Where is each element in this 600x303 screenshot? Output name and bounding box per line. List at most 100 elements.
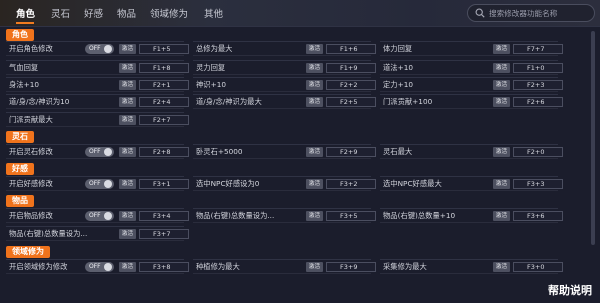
activate-button[interactable]: 激活 xyxy=(306,211,323,221)
activate-button[interactable]: 激活 xyxy=(493,97,510,107)
activate-button[interactable]: 激活 xyxy=(306,97,323,107)
tab-4[interactable]: 领域修为 xyxy=(150,6,188,20)
tab-1[interactable]: 灵石 xyxy=(51,6,70,20)
tab-5[interactable]: 其他 xyxy=(204,6,223,20)
hotkey-field[interactable]: F1+0 xyxy=(513,63,563,73)
cheat-option: 门派贡献+100 激活 F2+6 xyxy=(380,94,563,109)
toggle-state-text: OFF xyxy=(89,148,101,155)
hotkey-field[interactable]: F3+6 xyxy=(513,211,563,221)
cheat-option: 物品(右键)总数量设为... 激活 F3+7 xyxy=(6,226,189,241)
active-tab-indicator xyxy=(16,22,34,24)
hotkey-field[interactable]: F2+7 xyxy=(139,115,189,125)
cheat-option: 道法+10 激活 F1+0 xyxy=(380,60,563,75)
hotkey-field[interactable]: F3+8 xyxy=(139,262,189,272)
option-label: 物品(右键)总数量+10 xyxy=(383,211,456,220)
enable-toggle[interactable]: OFF xyxy=(85,147,114,157)
scrollbar[interactable] xyxy=(591,31,595,245)
option-label: 门派贡献+100 xyxy=(383,97,433,106)
hotkey-field[interactable]: F2+2 xyxy=(326,80,376,90)
activate-button[interactable]: 激活 xyxy=(493,63,510,73)
toggle-knob xyxy=(104,263,112,271)
tab-2[interactable]: 好感 xyxy=(84,6,103,20)
enable-toggle[interactable]: OFF xyxy=(85,44,114,54)
activate-button[interactable]: 激活 xyxy=(306,262,323,272)
hotkey-field[interactable]: F3+5 xyxy=(326,211,376,221)
hotkey-field[interactable]: F2+5 xyxy=(326,97,376,107)
hotkey-field[interactable]: F2+0 xyxy=(513,147,563,157)
section-header: 领域修为 xyxy=(6,246,50,258)
activate-button[interactable]: 激活 xyxy=(306,80,323,90)
activate-button[interactable]: 激活 xyxy=(493,179,510,189)
activate-button[interactable]: 激活 xyxy=(306,147,323,157)
option-label: 开启物品修改 xyxy=(9,211,53,220)
toggle-knob xyxy=(104,148,112,156)
hotkey-field[interactable]: F3+3 xyxy=(513,179,563,189)
section-header: 角色 xyxy=(6,29,34,41)
tab-0[interactable]: 角色 xyxy=(16,6,35,20)
activate-button[interactable]: 激活 xyxy=(306,44,323,54)
hotkey-field[interactable]: F1+9 xyxy=(326,63,376,73)
activate-button[interactable]: 激活 xyxy=(119,211,136,221)
activate-button[interactable]: 激活 xyxy=(493,147,510,157)
hotkey-field[interactable]: F2+8 xyxy=(139,147,189,157)
search-input[interactable] xyxy=(489,7,591,20)
hotkey-field[interactable]: F7+7 xyxy=(513,44,563,54)
option-label: 物品(右键)总数量设为... xyxy=(196,211,275,220)
activate-button[interactable]: 激活 xyxy=(119,63,136,73)
hotkey-field[interactable]: F3+1 xyxy=(139,179,189,189)
option-label: 灵石最大 xyxy=(383,147,413,156)
hotkey-field[interactable]: F1+8 xyxy=(139,63,189,73)
toggle-state-text: OFF xyxy=(89,45,101,52)
option-label: 开启领域修为修改 xyxy=(9,262,68,271)
activate-button[interactable]: 激活 xyxy=(493,211,510,221)
hotkey-field[interactable]: F2+4 xyxy=(139,97,189,107)
cheat-option: 身法+10 激活 F2+1 xyxy=(6,77,189,92)
enable-toggle[interactable]: OFF xyxy=(85,211,114,221)
hotkey-field[interactable]: F2+9 xyxy=(326,147,376,157)
activate-button[interactable]: 激活 xyxy=(493,80,510,90)
activate-button[interactable]: 激活 xyxy=(119,262,136,272)
cheat-option: 开启好感修改 OFF 激活 F3+1 xyxy=(6,176,189,191)
hotkey-field[interactable]: F1+5 xyxy=(139,44,189,54)
activate-button[interactable]: 激活 xyxy=(119,229,136,239)
activate-button[interactable]: 激活 xyxy=(119,115,136,125)
hotkey-field[interactable]: F3+9 xyxy=(326,262,376,272)
top-navigation-bar: 角色 灵石 好感 物品 领域修为 其他 xyxy=(0,0,600,27)
activate-button[interactable]: 激活 xyxy=(306,179,323,189)
cheat-option: 选中NPC好感最大 激活 F3+3 xyxy=(380,176,563,191)
cheat-option: 神识+10 激活 F2+2 xyxy=(193,77,376,92)
hotkey-field[interactable]: F1+6 xyxy=(326,44,376,54)
hotkey-field[interactable]: F3+0 xyxy=(513,262,563,272)
cheat-option: 选中NPC好感设为0 激活 F3+2 xyxy=(193,176,376,191)
enable-toggle[interactable]: OFF xyxy=(85,262,114,272)
activate-button[interactable]: 激活 xyxy=(119,179,136,189)
hotkey-field[interactable]: F3+4 xyxy=(139,211,189,221)
activate-button[interactable]: 激活 xyxy=(119,80,136,90)
hotkey-field[interactable]: F3+2 xyxy=(326,179,376,189)
activate-button[interactable]: 激活 xyxy=(306,63,323,73)
tab-3[interactable]: 物品 xyxy=(117,6,136,20)
activate-button[interactable]: 激活 xyxy=(119,44,136,54)
cheat-option: 灵石最大 激活 F2+0 xyxy=(380,144,563,159)
section-header: 灵石 xyxy=(6,131,34,143)
activate-button[interactable]: 激活 xyxy=(493,44,510,54)
hotkey-field[interactable]: F2+3 xyxy=(513,80,563,90)
option-label: 道/身/念/神识为10 xyxy=(9,97,70,106)
search-box[interactable] xyxy=(467,4,595,22)
section-header: 物品 xyxy=(6,195,34,207)
activate-button[interactable]: 激活 xyxy=(119,147,136,157)
hotkey-field[interactable]: F2+6 xyxy=(513,97,563,107)
activate-button[interactable]: 激活 xyxy=(119,97,136,107)
hotkey-field[interactable]: F2+1 xyxy=(139,80,189,90)
search-icon xyxy=(475,8,485,18)
toggle-state-text: OFF xyxy=(89,212,101,219)
option-label: 体力回复 xyxy=(383,44,413,53)
hotkey-field[interactable]: F3+7 xyxy=(139,229,189,239)
cheat-option: 总修为最大 激活 F1+6 xyxy=(193,41,376,56)
enable-toggle[interactable]: OFF xyxy=(85,179,114,189)
activate-button[interactable]: 激活 xyxy=(493,262,510,272)
help-link[interactable]: 帮助说明 xyxy=(548,282,592,298)
cheat-option: 物品(右键)总数量+10 激活 F3+6 xyxy=(380,208,563,223)
cheat-option: 物品(右键)总数量设为... 激活 F3+5 xyxy=(193,208,376,223)
cheat-option: 气血回复 激活 F1+8 xyxy=(6,60,189,75)
